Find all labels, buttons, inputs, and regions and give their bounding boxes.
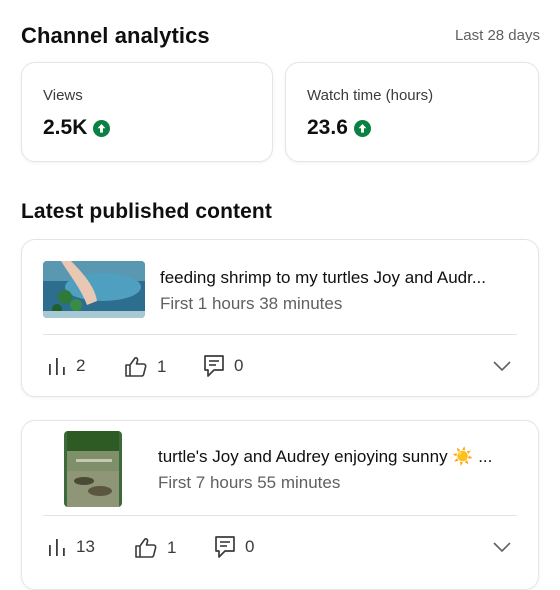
video-card[interactable]: turtle's Joy and Audrey enjoying sunny ☀… [21, 420, 539, 590]
comments-metric: 0 [214, 535, 254, 559]
video-subtitle: First 1 hours 38 minutes [160, 294, 343, 313]
stat-card-watch-time[interactable]: Watch time (hours) 23.6 [285, 62, 539, 162]
video-thumbnail[interactable] [43, 261, 145, 318]
trend-up-icon [353, 119, 371, 137]
video-card[interactable]: feeding shrimp to my turtles Joy and Aud… [21, 239, 539, 397]
thumbs-up-icon [125, 357, 147, 377]
views-metric: 13 [47, 537, 95, 557]
likes-count: 1 [167, 538, 177, 557]
views-metric: 2 [47, 356, 85, 376]
stat-value-row: 23.6 [307, 116, 371, 140]
stat-value: 23.6 [307, 116, 348, 139]
thumbs-up-icon [135, 538, 157, 558]
chevron-down-icon[interactable] [492, 360, 512, 372]
video-thumbnail[interactable] [64, 431, 122, 507]
views-bars-icon [49, 358, 65, 375]
likes-metric: 1 [134, 537, 176, 559]
period-label: Last 28 days [454, 27, 540, 44]
trend-up-icon [93, 119, 111, 137]
stat-value-row: 2.5K [43, 116, 111, 140]
stat-label: Watch time (hours) [307, 87, 434, 104]
comment-icon [215, 536, 235, 558]
likes-metric: 1 [124, 356, 166, 378]
views-bars-icon [49, 539, 65, 556]
section-title-latest-content: Latest published content [21, 200, 272, 223]
divider [43, 515, 517, 516]
video-subtitle: First 7 hours 55 minutes [158, 473, 341, 492]
stat-value: 2.5K [43, 116, 88, 139]
video-title[interactable]: feeding shrimp to my turtles Joy and Aud… [160, 268, 486, 288]
likes-count: 1 [157, 357, 167, 376]
views-count: 2 [76, 356, 86, 375]
comments-count: 0 [245, 537, 255, 556]
video-title[interactable]: turtle's Joy and Audrey enjoying sunny ☀… [158, 447, 492, 467]
comment-icon [204, 355, 224, 377]
section-title-channel-analytics: Channel analytics [21, 23, 210, 48]
views-count: 13 [76, 537, 95, 556]
comments-count: 0 [234, 356, 244, 375]
comments-metric: 0 [203, 354, 243, 378]
stat-card-views[interactable]: Views 2.5K [21, 62, 273, 162]
divider [43, 334, 517, 335]
chevron-down-icon[interactable] [492, 541, 512, 553]
stat-label: Views [43, 87, 83, 104]
